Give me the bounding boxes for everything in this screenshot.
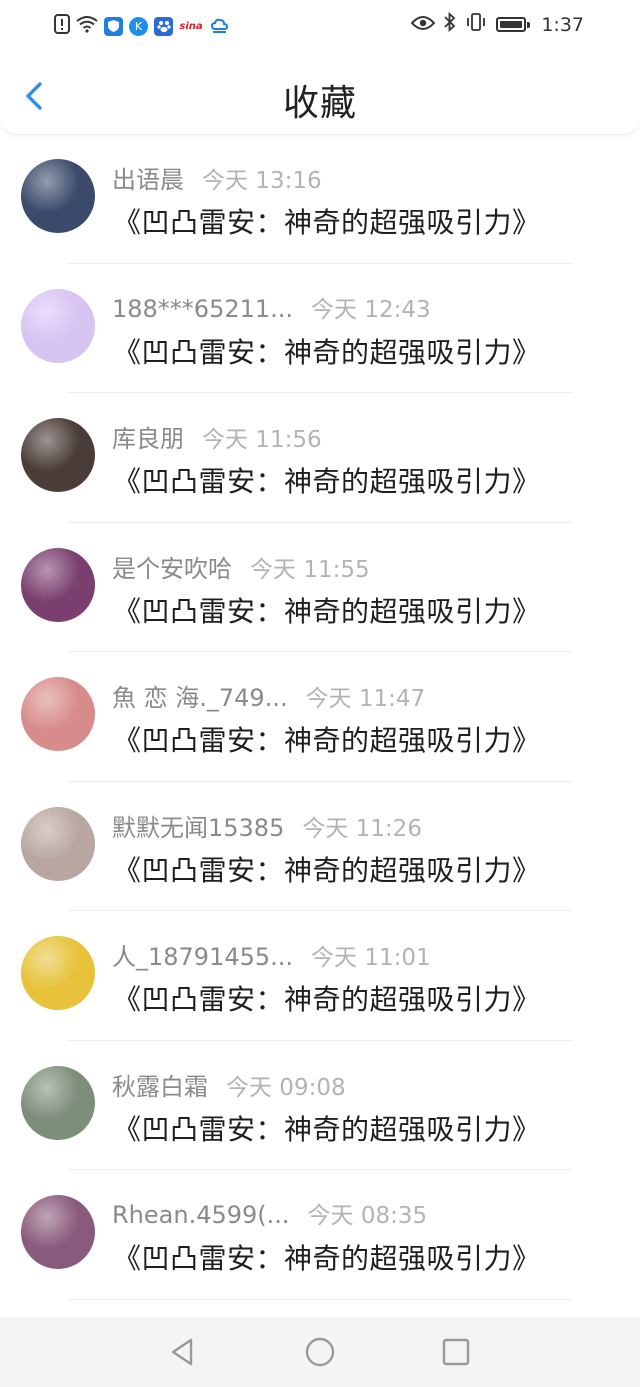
- avatar[interactable]: [21, 1065, 95, 1140]
- timestamp: 今天 11:55: [250, 556, 370, 583]
- list-item[interactable]: 是个安吹哈 今天 11:55 《凹凸雷安：神奇的超强吸引力》: [0, 523, 640, 652]
- shield-app-icon: [104, 16, 123, 36]
- item-title[interactable]: 《凹凸雷安：神奇的超强吸引力》: [113, 719, 541, 759]
- item-meta: Rhean.4599(... 今天 08:35: [112, 1196, 427, 1230]
- screen: K sina 1:37 收藏 出语晨 今天 13:16 《凹凸雷安：神奇的超强吸…: [0, 0, 640, 1387]
- username[interactable]: 出语晨: [112, 160, 184, 195]
- battery-icon: [496, 17, 531, 32]
- list-item[interactable]: 秋露白霜 今天 09:08 《凹凸雷安：神奇的超强吸引力》: [0, 1041, 640, 1170]
- nav-home-button[interactable]: [304, 1336, 336, 1368]
- bluetooth-icon: [444, 11, 456, 37]
- item-title[interactable]: 《凹凸雷安：神奇的超强吸引力》: [113, 1237, 541, 1277]
- list-item[interactable]: 库良朋 今天 11:56 《凹凸雷安：神奇的超强吸引力》: [0, 393, 640, 523]
- username[interactable]: 人_18791455...: [112, 937, 293, 972]
- page-title: 收藏: [282, 83, 357, 124]
- username[interactable]: 是个安吹哈: [112, 549, 232, 584]
- list-item[interactable]: 人_18791455... 今天 11:01 《凹凸雷安：神奇的超强吸引力》: [0, 911, 640, 1041]
- item-meta: 出语晨 今天 13:16: [112, 160, 322, 195]
- item-meta: 是个安吹哈 今天 11:55: [112, 549, 370, 584]
- list-item[interactable]: Rhean.4599(... 今天 08:35 《凹凸雷安：神奇的超强吸引力》: [0, 1170, 640, 1300]
- avatar[interactable]: [21, 418, 95, 492]
- triangle-back-icon: [171, 1338, 193, 1366]
- timestamp: 今天 13:16: [202, 168, 322, 194]
- timestamp: 今天 11:47: [305, 686, 426, 712]
- username[interactable]: 188***65211...: [112, 295, 293, 323]
- sina-app-icon: sina: [179, 16, 203, 36]
- k-app-icon: K: [129, 16, 148, 36]
- list-item[interactable]: 出语晨 今天 13:16 《凹凸雷安：神奇的超强吸引力》: [0, 134, 640, 264]
- baidu-app-icon: [154, 16, 173, 36]
- item-title[interactable]: 《凹凸雷安：神奇的超强吸引力》: [113, 590, 541, 630]
- status-right-icons: 1:37: [410, 11, 584, 37]
- avatar[interactable]: [21, 547, 95, 622]
- username[interactable]: 魚 恋 海._749...: [112, 678, 288, 713]
- navigation-bar: [0, 1317, 640, 1387]
- username[interactable]: 库良朋: [112, 419, 184, 454]
- avatar[interactable]: [21, 159, 95, 233]
- status-time: 1:37: [541, 13, 584, 36]
- item-meta: 人_18791455... 今天 11:01: [112, 937, 431, 972]
- avatar[interactable]: [21, 1195, 95, 1269]
- cloud-app-icon: [209, 16, 228, 36]
- item-title[interactable]: 《凹凸雷安：神奇的超强吸引力》: [113, 460, 541, 500]
- item-meta: 默默无闻15385 今天 11:26: [112, 808, 422, 843]
- username[interactable]: Rhean.4599(...: [112, 1201, 290, 1229]
- list-item[interactable]: 魚 恋 海._749... 今天 11:47 《凹凸雷安：神奇的超强吸引力》: [0, 652, 640, 782]
- nav-recents-button[interactable]: [440, 1336, 472, 1368]
- alert-icon: [54, 14, 70, 38]
- timestamp: 今天 11:01: [311, 945, 431, 971]
- item-meta: 188***65211... 今天 12:43: [112, 290, 431, 324]
- favorites-list: 出语晨 今天 13:16 《凹凸雷安：神奇的超强吸引力》 188***65211…: [0, 134, 640, 1300]
- nav-back-button[interactable]: [167, 1336, 199, 1368]
- item-title[interactable]: 《凹凸雷安：神奇的超强吸引力》: [113, 331, 541, 371]
- status-bar: K sina 1:37: [0, 0, 640, 52]
- eye-icon: [410, 14, 436, 36]
- item-meta: 秋露白霜 今天 09:08: [112, 1067, 346, 1102]
- circle-home-icon: [305, 1337, 335, 1367]
- avatar[interactable]: [21, 936, 95, 1010]
- item-title[interactable]: 《凹凸雷安：神奇的超强吸引力》: [113, 978, 541, 1018]
- timestamp: 今天 11:56: [202, 427, 322, 453]
- status-left-icons: K sina: [54, 14, 228, 38]
- avatar[interactable]: [21, 677, 95, 751]
- item-title[interactable]: 《凹凸雷安：神奇的超强吸引力》: [113, 849, 541, 889]
- item-meta: 库良朋 今天 11:56: [112, 419, 322, 454]
- username[interactable]: 默默无闻15385: [112, 808, 284, 843]
- item-title[interactable]: 《凹凸雷安：神奇的超强吸引力》: [113, 1108, 541, 1148]
- list-item[interactable]: 188***65211... 今天 12:43 《凹凸雷安：神奇的超强吸引力》: [0, 264, 640, 393]
- header: 收藏: [0, 52, 640, 135]
- wifi-icon: [76, 15, 98, 37]
- list-item[interactable]: 默默无闻15385 今天 11:26 《凹凸雷安：神奇的超强吸引力》: [0, 782, 640, 911]
- timestamp: 今天 08:35: [307, 1203, 428, 1229]
- timestamp: 今天 09:08: [226, 1074, 346, 1101]
- item-meta: 魚 恋 海._749... 今天 11:47: [112, 678, 425, 713]
- divider: [68, 1298, 572, 1300]
- vibrate-icon: [465, 12, 487, 37]
- square-recents-icon: [442, 1338, 470, 1366]
- avatar[interactable]: [21, 806, 95, 881]
- timestamp: 今天 11:26: [302, 815, 422, 842]
- item-title[interactable]: 《凹凸雷安：神奇的超强吸引力》: [113, 201, 541, 241]
- timestamp: 今天 12:43: [311, 296, 431, 323]
- avatar[interactable]: [21, 288, 95, 363]
- username[interactable]: 秋露白霜: [112, 1067, 208, 1102]
